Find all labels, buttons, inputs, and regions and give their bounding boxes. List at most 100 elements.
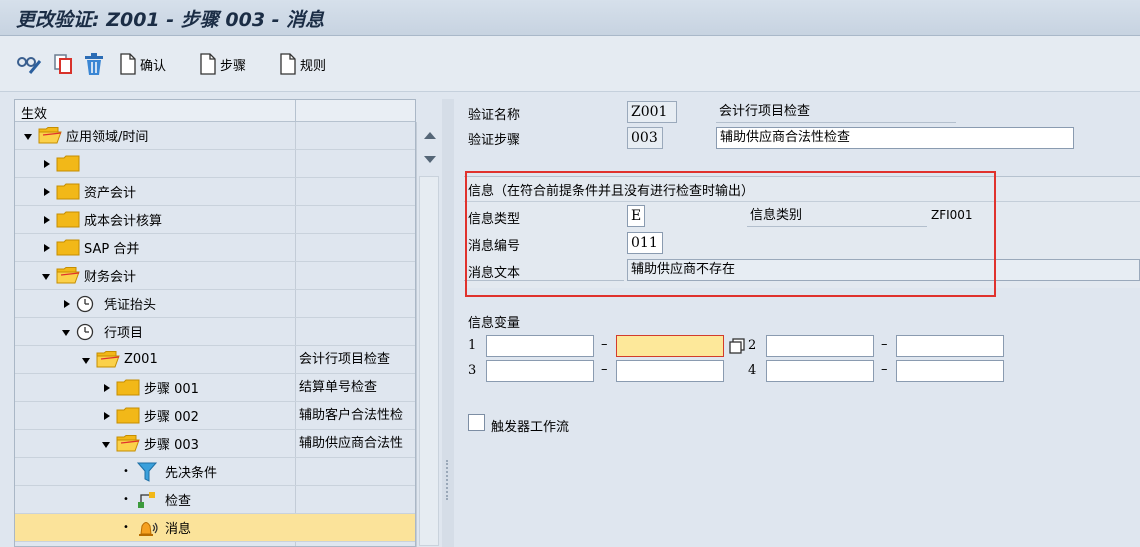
- confirm-button-label: 确认: [140, 58, 167, 74]
- tree-node-description: [299, 122, 415, 149]
- folder-open-icon: [38, 127, 62, 144]
- tree-node[interactable]: 凭证抬头: [61, 290, 156, 317]
- tree-row[interactable]: 应用领域/时间: [15, 122, 415, 150]
- tree-node[interactable]: 步骤 003: [101, 430, 199, 457]
- bullet-icon: •: [123, 522, 129, 533]
- expand-triangle-icon[interactable]: [61, 299, 71, 309]
- tree-row[interactable]: 步骤 003 辅助供应商合法性: [15, 430, 415, 458]
- variable-row2-num1: 3: [468, 363, 477, 378]
- tree-node-description: 辅助客户合法性检: [299, 408, 404, 423]
- variable-row1-num2: 2: [748, 338, 757, 353]
- scroll-down-arrow-icon[interactable]: [424, 156, 436, 163]
- folder-icon: [116, 407, 140, 424]
- tree-row[interactable]: 成本会计核算: [15, 206, 415, 234]
- tree-row[interactable]: • 先决条件: [15, 458, 415, 486]
- tree-row[interactable]: SAP 合并: [15, 234, 415, 262]
- tree-row[interactable]: • 检查: [15, 486, 415, 514]
- collapse-triangle-icon[interactable]: [61, 327, 71, 337]
- tree-node-label: 财务会计: [84, 270, 137, 285]
- tree-row[interactable]: • 消息: [15, 514, 415, 542]
- tree-node[interactable]: Z001: [81, 346, 158, 373]
- tree-node-description: [299, 514, 415, 541]
- tree-row[interactable]: 步骤 001 结算单号检查: [15, 374, 415, 402]
- tree-node-label: Z001: [124, 352, 158, 367]
- tree-node[interactable]: 应用领域/时间: [23, 122, 148, 149]
- collapse-triangle-icon[interactable]: [81, 355, 91, 365]
- tree-scrollbar[interactable]: [416, 122, 441, 547]
- validation-step-desc-input[interactable]: 辅助供应商合法性检查: [716, 127, 1074, 149]
- variable-1-input[interactable]: [486, 335, 594, 357]
- window-title: 更改验证: Z001 - 步骤 003 - 消息: [16, 9, 325, 31]
- scroll-up-arrow-icon[interactable]: [424, 132, 436, 139]
- tree-node[interactable]: 资产会计: [41, 178, 136, 205]
- panel-splitter[interactable]: [442, 99, 454, 547]
- tree-header-label: 生效: [21, 107, 48, 122]
- tree-node[interactable]: 行项目: [61, 318, 143, 345]
- expand-triangle-icon[interactable]: [101, 383, 111, 393]
- tree-row[interactable]: Z001 会计行项目检查: [15, 346, 415, 374]
- tree-node[interactable]: 步骤 002: [101, 402, 199, 429]
- tree-node[interactable]: 成本会计核算: [41, 206, 162, 233]
- copy-icon[interactable]: [52, 50, 74, 78]
- tree-node[interactable]: 财务会计: [41, 262, 136, 289]
- tree-node[interactable]: 步骤 001: [101, 374, 199, 401]
- scroll-track[interactable]: [419, 176, 439, 546]
- trash-icon[interactable]: [82, 50, 106, 78]
- expand-triangle-icon[interactable]: [41, 159, 51, 169]
- variable-3-dash: –: [601, 362, 608, 377]
- glasses-pencil-icon[interactable]: [16, 50, 42, 78]
- variable-row1-num1: 1: [468, 338, 477, 353]
- window-titlebar: 更改验证: Z001 - 步骤 003 - 消息: [0, 0, 1140, 36]
- folder-icon: [56, 183, 80, 200]
- folder-open-icon: [56, 267, 80, 284]
- expand-triangle-icon[interactable]: [41, 215, 51, 225]
- folder-icon: [56, 211, 80, 228]
- validation-step-field: 003: [627, 127, 663, 149]
- tree-node-description: 辅助供应商合法性: [299, 436, 404, 451]
- validation-name-desc: 会计行项目检查: [716, 101, 956, 123]
- tree-node-label: 行项目: [104, 326, 144, 341]
- tree-node-description: 会计行项目检查: [299, 352, 391, 367]
- rules-button-label: 规则: [300, 58, 327, 74]
- tree-row[interactable]: 财务会计: [15, 262, 415, 290]
- steps-button-label: 步骤: [220, 58, 247, 74]
- variable-2-input[interactable]: [766, 335, 874, 357]
- expand-triangle-icon[interactable]: [41, 187, 51, 197]
- tree-node-description: [299, 206, 415, 233]
- tree-row[interactable]: 资产会计: [15, 178, 415, 206]
- expand-triangle-icon[interactable]: [101, 411, 111, 421]
- splitter-grip[interactable]: [446, 460, 448, 500]
- tree-node[interactable]: • 消息: [121, 514, 191, 541]
- tree-node-label: 成本会计核算: [84, 214, 163, 229]
- variable-4-input[interactable]: [766, 360, 874, 382]
- tree-row[interactable]: 凭证抬头: [15, 290, 415, 318]
- funnel-icon: [137, 462, 161, 482]
- folder-icon: [56, 239, 80, 256]
- confirm-button[interactable]: 确认: [120, 50, 166, 78]
- rules-button[interactable]: 规则: [280, 50, 326, 78]
- trigger-workflow-checkbox[interactable]: [468, 414, 485, 431]
- tree-node[interactable]: [41, 150, 84, 177]
- variable-3-to-input[interactable]: [616, 360, 724, 382]
- multiple-selection-icon[interactable]: [728, 337, 746, 355]
- tree-node[interactable]: SAP 合并: [41, 234, 139, 261]
- tree-node[interactable]: • 先决条件: [121, 458, 217, 485]
- collapse-triangle-icon[interactable]: [101, 439, 111, 449]
- tree-node-label: 先决条件: [165, 466, 218, 481]
- collapse-triangle-icon[interactable]: [23, 131, 33, 141]
- steps-button[interactable]: 步骤: [200, 50, 246, 78]
- tree-row[interactable]: [15, 150, 415, 178]
- variable-1-to-input[interactable]: [616, 335, 724, 357]
- variable-4-dash: –: [881, 362, 888, 377]
- tree-row[interactable]: 行项目: [15, 318, 415, 346]
- variable-1-dash: –: [601, 337, 608, 352]
- tree-row[interactable]: 步骤 002 辅助客户合法性检: [15, 402, 415, 430]
- expand-triangle-icon[interactable]: [41, 243, 51, 253]
- variable-4-to-input[interactable]: [896, 360, 1004, 382]
- tree-node[interactable]: • 检查: [121, 486, 191, 513]
- variables-title: 信息变量: [468, 316, 521, 331]
- tree-node-description: [299, 178, 415, 205]
- variable-2-to-input[interactable]: [896, 335, 1004, 357]
- variable-3-input[interactable]: [486, 360, 594, 382]
- collapse-triangle-icon[interactable]: [41, 271, 51, 281]
